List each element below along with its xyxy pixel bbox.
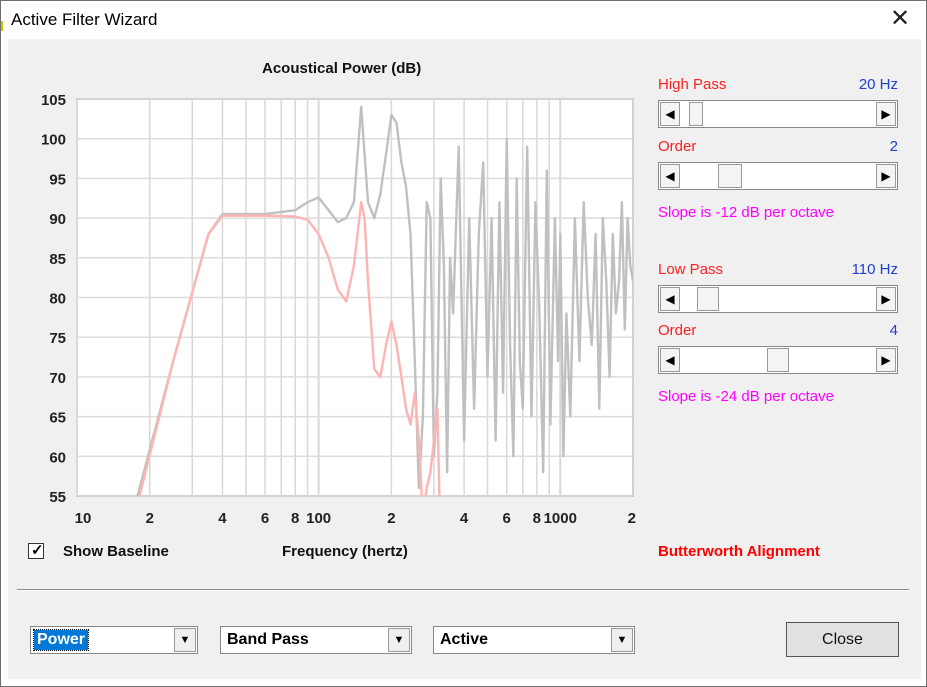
y-tick-label: 70 bbox=[49, 370, 66, 387]
mode-combobox[interactable]: Active ▼ bbox=[433, 626, 635, 654]
low-pass-slope-text: Slope is -24 dB per octave bbox=[658, 388, 834, 405]
low-pass-order-label: Order bbox=[658, 322, 697, 339]
checkmark-icon: ✓ bbox=[31, 542, 44, 559]
y-tick-label: 75 bbox=[49, 330, 66, 347]
measure-dropdown-arrow-icon[interactable]: ▼ bbox=[174, 628, 196, 652]
high-pass-slider[interactable]: ◀ ▶ bbox=[658, 100, 898, 128]
y-tick-label: 55 bbox=[49, 489, 66, 506]
y-tick-label: 105 bbox=[41, 92, 66, 109]
low-pass-order-slider-thumb[interactable] bbox=[767, 348, 789, 372]
low-pass-label: Low Pass bbox=[658, 261, 724, 278]
low-pass-slider[interactable]: ◀ ▶ bbox=[658, 285, 898, 313]
x-tick-label: 2 bbox=[146, 510, 154, 527]
low-pass-left-arrow-icon[interactable]: ◀ bbox=[660, 287, 680, 311]
high-pass-order-label: Order bbox=[658, 138, 697, 155]
x-tick-label: 4 bbox=[218, 510, 227, 527]
low-pass-order-value: 4 bbox=[889, 322, 898, 339]
high-pass-left-arrow-icon[interactable]: ◀ bbox=[660, 102, 680, 126]
measure-combobox[interactable]: Power ▼ bbox=[30, 626, 198, 654]
x-tick-label: 4 bbox=[460, 510, 469, 527]
filter-type-combobox[interactable]: Band Pass ▼ bbox=[220, 626, 412, 654]
close-button[interactable]: Close bbox=[786, 622, 899, 657]
y-tick-label: 80 bbox=[49, 291, 66, 308]
high-pass-order-slider-thumb[interactable] bbox=[717, 164, 742, 188]
separator-line bbox=[17, 589, 909, 591]
high-pass-value: 20 Hz bbox=[858, 76, 898, 93]
x-axis-label: Frequency (hertz) bbox=[282, 543, 408, 560]
x-tick-label: 1000 bbox=[544, 510, 577, 527]
high-pass-order-value: 2 bbox=[889, 138, 898, 155]
high-pass-order-slider[interactable]: ◀ ▶ bbox=[658, 162, 898, 190]
high-pass-order-left-arrow-icon[interactable]: ◀ bbox=[660, 164, 680, 188]
y-tick-label: 60 bbox=[49, 449, 66, 466]
x-tick-label: 2 bbox=[387, 510, 395, 527]
x-tick-label: 100 bbox=[306, 510, 331, 527]
high-pass-label: High Pass bbox=[658, 76, 727, 93]
low-pass-order-slider[interactable]: ◀ ▶ bbox=[658, 346, 898, 374]
filter-type-dropdown-arrow-icon[interactable]: ▼ bbox=[388, 628, 410, 652]
x-tick-labels: 10 2 4 6 8 100 2 4 6 8 1000 2 bbox=[75, 510, 636, 527]
x-tick-label: 10 bbox=[75, 510, 92, 527]
y-tick-label: 85 bbox=[49, 251, 66, 268]
y-tick-label: 90 bbox=[49, 211, 66, 228]
high-pass-right-arrow-icon[interactable]: ▶ bbox=[876, 102, 896, 126]
mode-dropdown-arrow-icon[interactable]: ▼ bbox=[611, 628, 633, 652]
low-pass-order-left-arrow-icon[interactable]: ◀ bbox=[660, 348, 680, 372]
high-pass-slider-thumb[interactable] bbox=[689, 102, 704, 126]
x-tick-label: 8 bbox=[533, 510, 541, 527]
show-baseline-checkbox[interactable]: ✓ bbox=[28, 542, 44, 559]
filter-type-combobox-value: Band Pass bbox=[227, 631, 309, 648]
show-baseline-label[interactable]: Show Baseline bbox=[63, 543, 169, 560]
y-tick-label: 95 bbox=[49, 171, 66, 188]
high-pass-slope-text: Slope is -12 dB per octave bbox=[658, 204, 834, 221]
low-pass-right-arrow-icon[interactable]: ▶ bbox=[876, 287, 896, 311]
low-pass-value: 110 Hz bbox=[851, 261, 898, 278]
y-tick-label: 100 bbox=[41, 132, 66, 149]
y-tick-label: 65 bbox=[49, 410, 66, 427]
x-tick-label: 6 bbox=[502, 510, 510, 527]
low-pass-order-right-arrow-icon[interactable]: ▶ bbox=[876, 348, 896, 372]
y-tick-labels: 105 100 95 90 85 80 75 70 65 60 55 bbox=[41, 92, 66, 506]
alignment-label: Butterworth Alignment bbox=[658, 543, 820, 560]
measure-combobox-value: Power bbox=[32, 629, 90, 651]
low-pass-slider-thumb[interactable] bbox=[697, 287, 720, 311]
mode-combobox-value: Active bbox=[440, 631, 489, 648]
high-pass-order-right-arrow-icon[interactable]: ▶ bbox=[876, 164, 896, 188]
x-tick-label: 6 bbox=[261, 510, 269, 527]
x-tick-label: 2 bbox=[628, 510, 636, 527]
x-tick-label: 8 bbox=[291, 510, 299, 527]
